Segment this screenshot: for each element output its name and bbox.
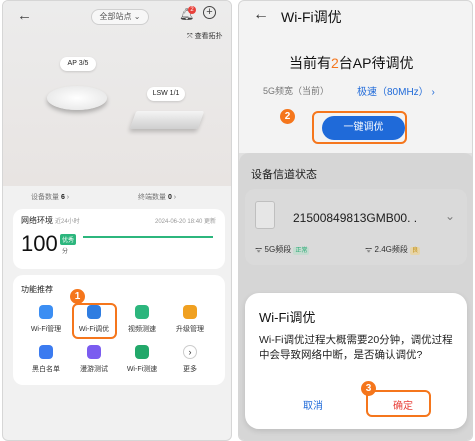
wifi-speed-icon [135,345,149,359]
pending-count: 2 [331,55,339,71]
feature-label: 视频测速 [128,326,156,333]
blacklist-icon [39,345,53,359]
trend-line [83,236,213,238]
pending-suffix: 台AP待调优 [338,55,414,71]
chevron-right-icon: › [431,87,435,98]
band-value-label: 极速（80MHz） [357,87,429,98]
feature-label: 漫游测试 [80,366,108,373]
home-screen: ← 全部站点 ⌄ 🔔︎ 2 + ⤧ 查看拓扑 AP 3/5 LSW 1/1 设备… [2,0,232,441]
video-speed-icon [135,305,149,319]
features-card: 功能推荐 Wi-Fi管理 Wi-Fi调优 视频测速 升级管理 黑白名单 漫游测试 Wi-Fi… [13,275,225,385]
back-arrow-icon[interactable]: ← [17,7,32,24]
notification-badge: 2 [188,6,196,14]
add-icon[interactable]: + [203,6,216,19]
ap-bubble: AP 3/5 [60,57,96,71]
feature-blacklist[interactable]: 黑白名单 [23,345,69,374]
feature-label: Wi-Fi测速 [126,366,158,373]
lsw-bubble: LSW 1/1 [147,87,185,101]
roaming-icon [87,345,101,359]
network-period: 近24小时 [55,219,80,225]
lsw-device-image [129,111,205,129]
back-arrow-icon[interactable]: ← [253,6,269,24]
wifi-manage-icon [39,305,53,319]
feature-label: Wi-Fi管理 [30,326,62,333]
network-card[interactable]: 网络环境 近24小时 2024-06-20 18:40 更新 100 优秀 分 [13,209,225,269]
page-title: Wi-Fi调优 [281,9,342,25]
topology-background [3,1,231,186]
dialog-title: Wi-Fi调优 [259,310,316,325]
score-unit: 分 [62,249,69,255]
cancel-button[interactable]: 取消 [283,397,343,412]
pending-summary: 当前有2台AP待调优 [289,53,413,73]
device-count-label: 设备数量 [31,194,59,201]
feature-more[interactable]: › 更多 [167,345,213,374]
feature-label: 更多 [183,366,197,373]
band-label: 5G频宽（当前） [263,86,330,96]
score-badge: 优秀 [60,234,77,245]
feature-roaming[interactable]: 漫游测试 [71,345,117,374]
device-count-value: 6 [60,194,65,201]
feature-wifi-speed[interactable]: Wi-Fi测速 [119,345,165,374]
site-selector-label: 全部站点 [99,12,132,21]
step-1-badge: 1 [70,289,85,304]
feature-label: 升级管理 [176,326,204,333]
terminal-count-value: 0 [167,194,172,201]
network-update-time: 2024-06-20 18:40 更新 [155,219,217,225]
network-title: 网络环境 [21,216,53,225]
wifi-optimize-highlight [72,303,117,339]
confirm-button-highlight [366,390,431,417]
chevron-down-icon: ⌄ [133,12,141,21]
more-icon: › [183,345,197,359]
feature-video-speed[interactable]: 视频测速 [119,305,165,334]
view-topology-link[interactable]: ⤧ 查看拓扑 [187,31,223,41]
optimize-button-highlight [312,111,407,144]
view-topology-label: 查看拓扑 [194,33,223,40]
step-2-badge: 2 [280,109,295,124]
band-value[interactable]: 极速（80MHz） › [357,83,435,98]
features-title: 功能推荐 [21,285,53,294]
topology-icon: ⤧ [187,33,193,40]
wifi-optimize-screen: ← Wi-Fi调优 当前有2台AP待调优 5G频宽（当前） 极速（80MHz） … [238,0,473,441]
counts-bar: 设备数量 6 › 终端数量 0 › [13,189,223,205]
terminal-count[interactable]: 终端数量 0 › [138,192,176,202]
upgrade-icon [183,305,197,319]
pending-prefix: 当前有 [289,55,331,71]
device-count[interactable]: 设备数量 6 › [31,192,69,202]
dialog-message: Wi-Fi调优过程大概需要20分钟，调优过程中会导致网络中断，是否确认调优? [259,334,453,361]
feature-label: 黑白名单 [32,366,60,373]
step-3-badge: 3 [361,381,376,396]
feature-upgrade[interactable]: 升级管理 [167,305,213,334]
terminal-count-label: 终端数量 [138,194,166,201]
feature-wifi-manage[interactable]: Wi-Fi管理 [23,305,69,334]
ap-device-image [47,86,107,110]
site-selector[interactable]: 全部站点 ⌄ [91,9,149,25]
network-score: 100 [21,231,58,256]
confirm-dialog: Wi-Fi调优 Wi-Fi调优过程大概需要20分钟，调优过程中会导致网络中断，是… [245,293,467,429]
